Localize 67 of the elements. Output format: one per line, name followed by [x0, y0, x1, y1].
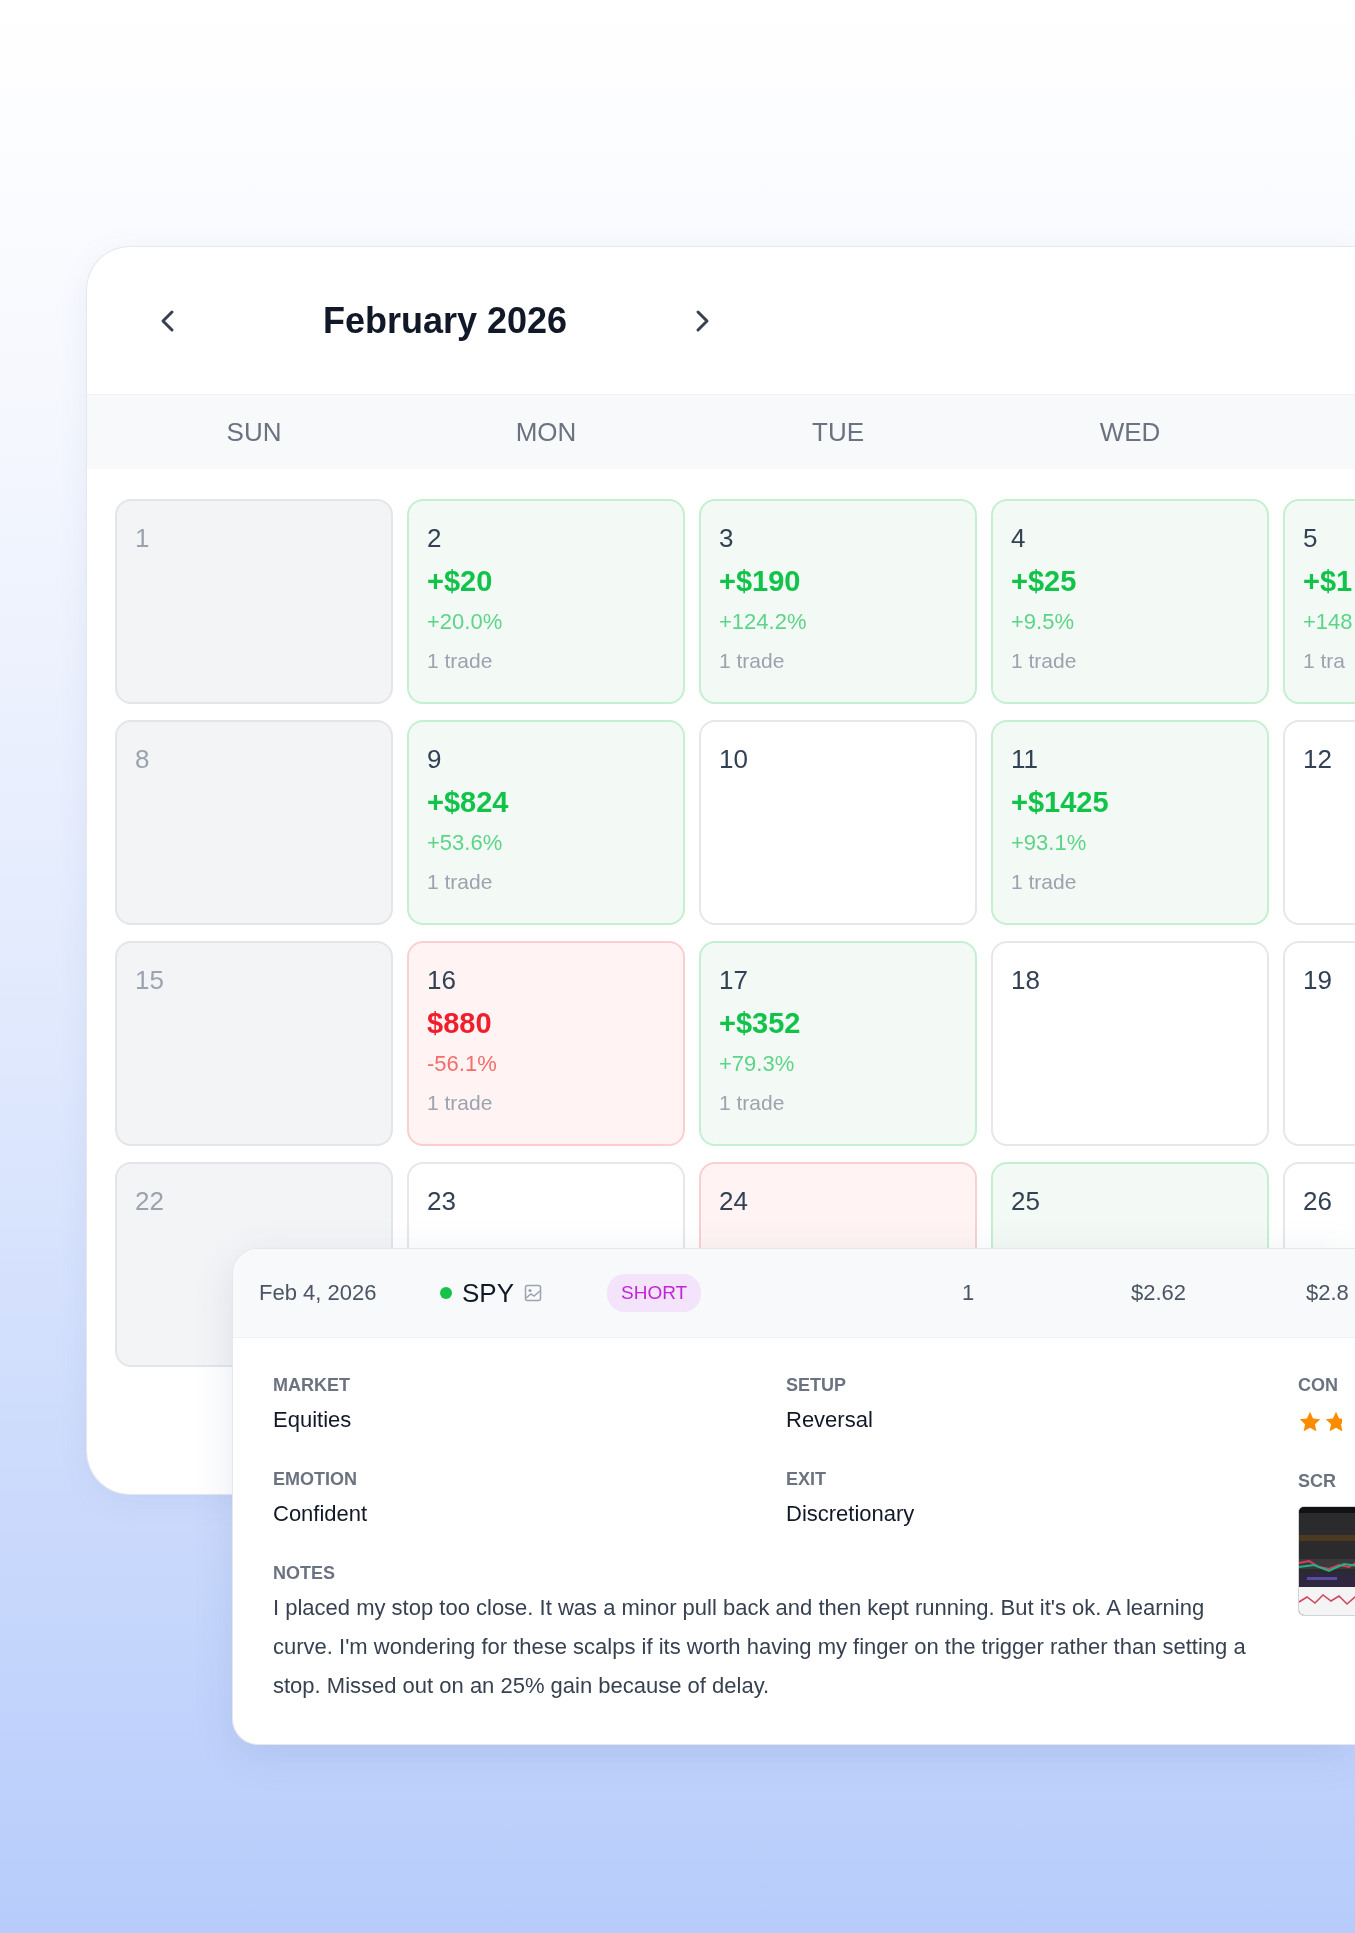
day-number: 11: [1011, 743, 1038, 776]
return-percent: +124.2%: [719, 608, 807, 636]
return-percent: +53.6%: [427, 829, 503, 857]
trade-count: 1 trade: [427, 1090, 493, 1116]
day-number: 19: [1303, 964, 1332, 997]
day-number: 17: [719, 964, 748, 997]
trade-date: Feb 4, 2026: [259, 1280, 378, 1306]
return-percent: +148: [1303, 608, 1353, 636]
day-number: 26: [1303, 1185, 1332, 1218]
day-number: 12: [1303, 743, 1332, 776]
day-number: 4: [1011, 522, 1026, 555]
weekday-label: WED: [1099, 416, 1161, 448]
day-number: 3: [719, 522, 734, 555]
trade-count: 1 trade: [427, 869, 493, 895]
day-number: 16: [427, 964, 456, 997]
day-number: 10: [719, 743, 748, 776]
trade-count: 1 trade: [719, 648, 785, 674]
price: $2.8: [1306, 1280, 1350, 1306]
profit-loss-amount: +$1: [1303, 564, 1353, 599]
field-label: EMOTION: [273, 1468, 357, 1491]
profit-loss-amount: +$824: [427, 785, 509, 820]
day-number: 1: [135, 522, 150, 555]
field-label: SCR: [1298, 1470, 1336, 1493]
field-label: EXIT: [786, 1468, 826, 1491]
profit-loss-amount: $880: [427, 1006, 492, 1041]
return-percent: +20.0%: [427, 608, 503, 636]
profit-loss-amount: +$25: [1011, 564, 1077, 599]
trade-count: 1 trade: [1011, 648, 1077, 674]
return-percent: +9.5%: [1011, 608, 1074, 636]
day-number: 22: [135, 1185, 164, 1218]
trade-count: 1 trade: [719, 1090, 785, 1116]
weekday-label: MON: [515, 416, 577, 448]
day-number: 2: [427, 522, 442, 555]
day-number: 24: [719, 1185, 748, 1218]
day-number: 8: [135, 743, 150, 776]
weekday-label: TUE: [812, 416, 864, 448]
trade-count: 1 tra: [1303, 648, 1346, 674]
trade-count: 1 trade: [1011, 869, 1077, 895]
field-value: Reversal: [786, 1406, 873, 1434]
profit-loss-amount: +$1425: [1011, 785, 1109, 820]
return-percent: +79.3%: [719, 1050, 795, 1078]
trade-count: 1 trade: [427, 648, 493, 674]
weekday-label: SUN: [226, 416, 282, 448]
day-number: 18: [1011, 964, 1040, 997]
field-label: SETUP: [786, 1374, 846, 1397]
profit-loss-amount: +$190: [719, 564, 801, 599]
month-title: February 2026: [321, 299, 569, 342]
field-value: Discretionary: [786, 1500, 915, 1528]
day-number: 9: [427, 743, 442, 776]
day-number: 23: [427, 1185, 456, 1218]
return-percent: +93.1%: [1011, 829, 1087, 857]
profit-loss-amount: +$352: [719, 1006, 801, 1041]
return-percent: -56.1%: [427, 1050, 497, 1078]
field-label: CON: [1298, 1374, 1338, 1397]
direction-badge: SHORT: [607, 1274, 702, 1312]
price: $2.62: [1131, 1280, 1188, 1306]
field-value: Confident: [273, 1500, 368, 1528]
field-value: Equities: [273, 1406, 352, 1434]
day-number: 25: [1011, 1185, 1040, 1218]
profit-loss-amount: +$20: [427, 564, 493, 599]
notes-text: I placed my stop too close. It was a minor pull back and then kept running. But it's ok. A learning curve. I'm wondering for these scalps if its worth having my finger on the trigger rather than setting a stop. Missed out on an 25% gain because of delay.: [273, 1594, 1247, 1700]
field-label: NOTES: [273, 1562, 335, 1585]
day-number: 5: [1303, 522, 1318, 555]
quantity: 1: [962, 1280, 976, 1306]
ticker-symbol: SPY: [462, 1277, 515, 1309]
field-label: MARKET: [273, 1374, 350, 1397]
day-number: 15: [135, 964, 164, 997]
